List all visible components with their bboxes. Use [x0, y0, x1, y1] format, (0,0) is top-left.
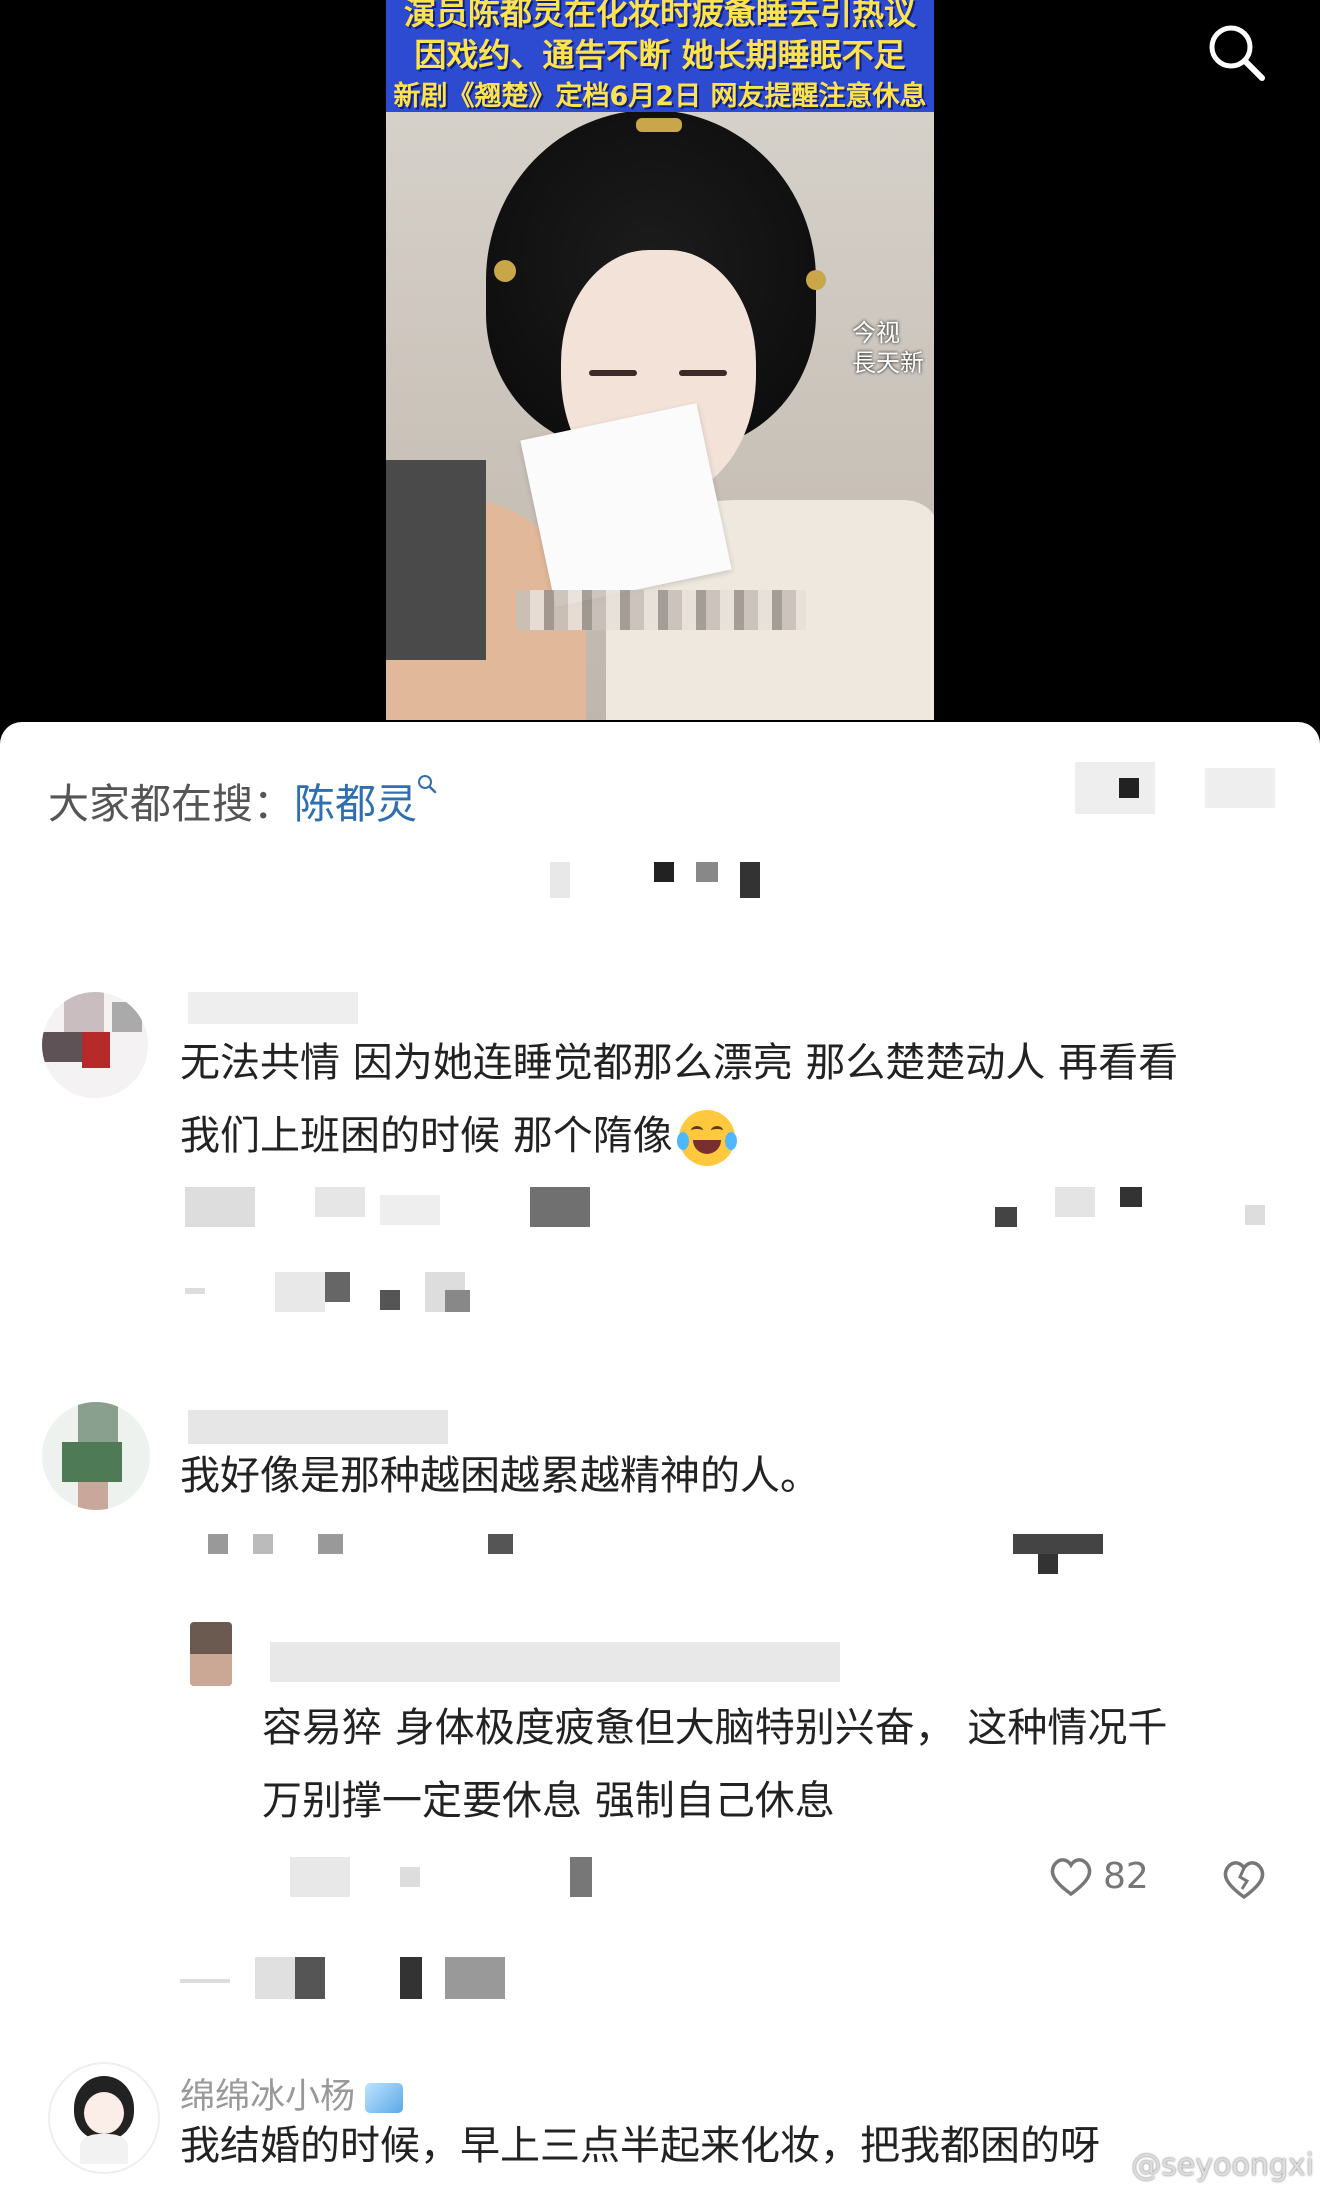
caption-banner: 演员陈都灵在化妆时疲惫睡去引热议 因戏约、通告不断 她长期睡眠不足 新剧《翘楚》… [386, 0, 934, 112]
trending-label: 大家都在搜： [48, 780, 294, 828]
comment-meta-blurred [185, 1187, 1265, 1227]
reply-text-line1: 容易猝 身体极度疲惫但大脑特别兴奋， 这种情况千 [262, 1705, 1168, 1751]
trending-search[interactable]: 大家都在搜：陈都灵 [48, 770, 437, 830]
search-icon[interactable] [1204, 20, 1268, 84]
comment-text-line2: 我们上班困的时候 那个隋像 [180, 1100, 737, 1172]
video-source-watermark: 今视 長天新 [852, 318, 924, 378]
blurred-subtitle [516, 590, 806, 630]
comment-text-line1: 无法共情 因为她连睡觉都那么漂亮 那么楚楚动人 再看看 [180, 1040, 1179, 1086]
source-watermark-line1: 今视 [852, 319, 900, 347]
broken-heart-icon[interactable] [1220, 1857, 1268, 1901]
avatar[interactable] [42, 1402, 150, 1510]
right-eye [679, 370, 727, 376]
like-button[interactable]: 82 [1047, 1854, 1149, 1898]
laughing-crying-emoji-icon [676, 1110, 737, 1166]
like-count: 82 [1103, 1855, 1149, 1897]
hair-ornament [806, 270, 826, 290]
hair-crown [636, 118, 682, 132]
expand-more-replies-blurred[interactable] [180, 1957, 520, 1999]
blurred-reply-username [270, 1642, 840, 1682]
comment-text-line1: 我结婚的时候，早上三点半起来化妆，把我都困的呀 [180, 2123, 1100, 2169]
hair-ornament [494, 260, 516, 282]
video-player[interactable]: 今视 長天新 演员陈都灵在化妆时疲惫睡去引热议 因戏约、通告不断 她长期睡眠不足… [0, 0, 1320, 730]
caption-line-1: 演员陈都灵在化妆时疲惫睡去引热议 [403, 0, 916, 32]
chair-back [386, 460, 486, 660]
image-watermark: @seyoongxi [1131, 2148, 1314, 2183]
caption-line-3: 新剧《翘楚》定档6月2日 网友提醒注意休息 [393, 81, 927, 112]
blurred-username [188, 1410, 448, 1444]
screen: 今视 長天新 演员陈都灵在化妆时疲惫睡去引热议 因戏约、通告不断 她长期睡眠不足… [0, 0, 1320, 2191]
ice-badge-icon [365, 2083, 404, 2113]
avatar[interactable] [42, 992, 148, 1098]
reply-text-line2: 万别撑一定要休息 强制自己休息 [262, 1778, 835, 1824]
expand-replies-blurred[interactable] [185, 1272, 485, 1312]
trending-keyword[interactable]: 陈都灵 [294, 780, 417, 828]
comment-text-line1: 我好像是那种越困越累越精神的人。 [180, 1453, 820, 1499]
small-search-icon [418, 775, 437, 794]
avatar[interactable] [48, 2062, 160, 2174]
blurred-username [188, 992, 358, 1024]
blurred-header-right [1075, 762, 1285, 814]
reply-meta-blurred [290, 1857, 600, 1897]
caption-line-2: 因戏约、通告不断 她长期睡眠不足 [414, 36, 906, 74]
left-eye [589, 370, 637, 376]
comment-text-line2-text: 我们上班困的时候 那个隋像 [180, 1113, 673, 1159]
source-watermark-line2: 長天新 [852, 349, 924, 377]
comment-meta-blurred [208, 1534, 1208, 1574]
heart-outline-icon [1050, 1858, 1092, 1897]
blurred-row [550, 862, 760, 898]
video-thumbnail[interactable]: 今视 長天新 演员陈都灵在化妆时疲惫睡去引热议 因戏约、通告不断 她长期睡眠不足… [386, 0, 934, 720]
reply-avatar[interactable] [190, 1622, 232, 1686]
comment-sheet: 大家都在搜：陈都灵 无法共情 因为她连睡觉都那么漂亮 那么楚楚动人 再看看 我们… [0, 722, 1320, 2191]
